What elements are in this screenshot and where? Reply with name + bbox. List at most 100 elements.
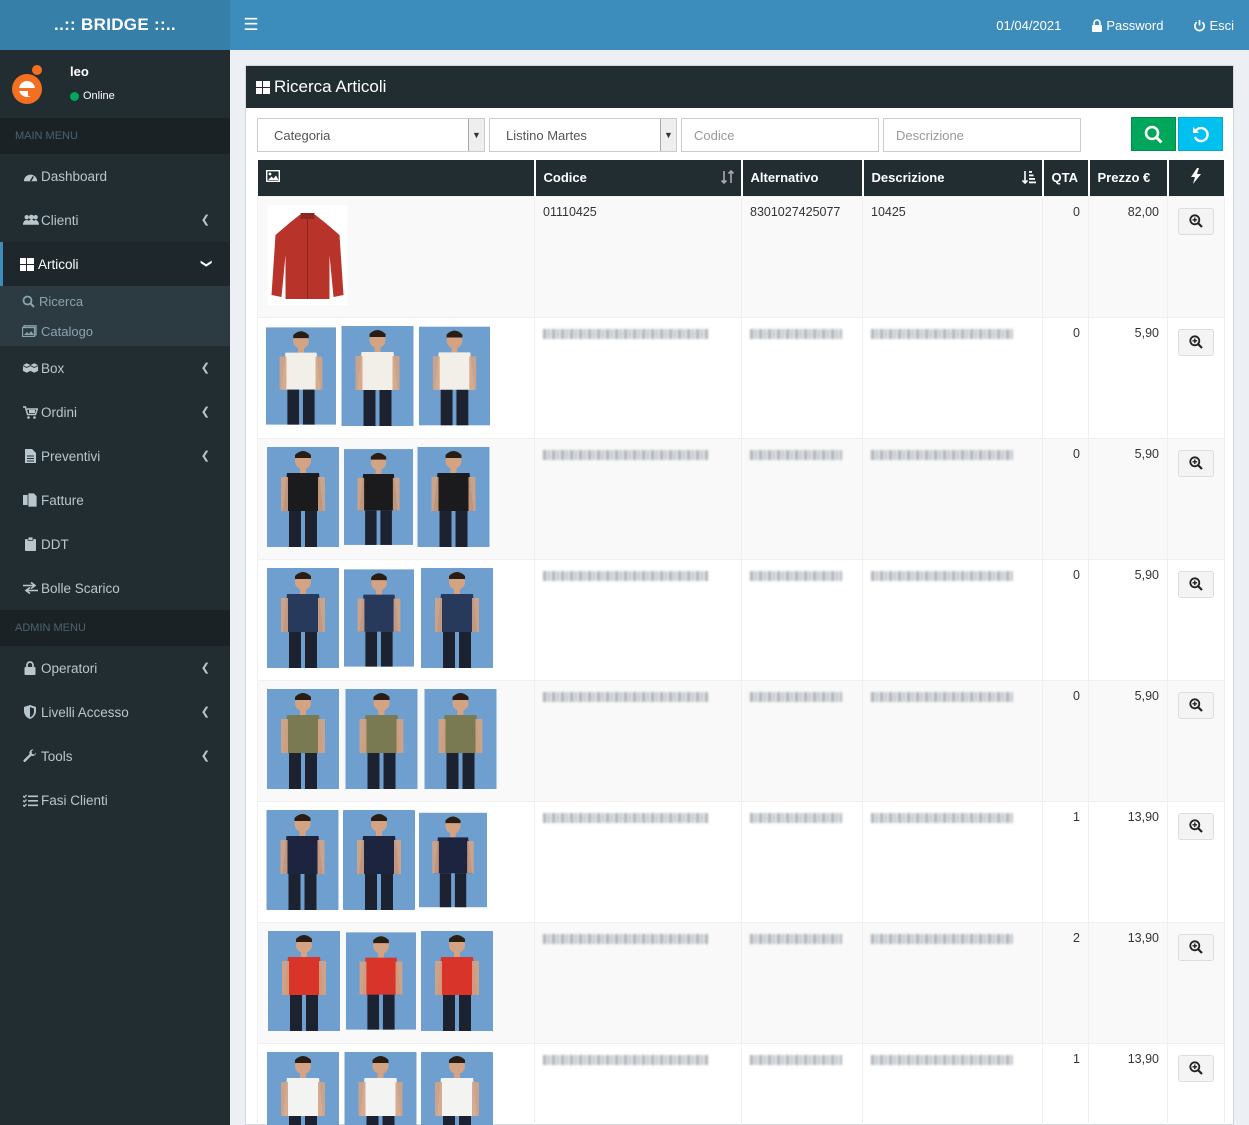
redacted-text [750,449,842,460]
grid-icon [18,257,36,271]
zoom-in-icon [1189,1061,1203,1075]
tasks-icon [21,794,39,807]
filter-bar: Categoria ▼ Listino Martes ▼ [257,117,1224,153]
product-thumbnail[interactable] [266,809,339,910]
file-icon [21,449,39,463]
descrizione-column-header[interactable]: Descrizione [862,160,1044,196]
product-thumbnail[interactable] [266,446,340,547]
actions-cell [1167,558,1225,681]
sidebar-item-fasi-clienti[interactable]: Fasi Clienti [0,778,230,822]
listino-select[interactable]: Listino Martes ▼ [489,118,677,152]
sidebar-item-label: Fasi Clienti [41,792,108,808]
sidebar-item-preventivi[interactable]: Preventivi ❮ [0,434,230,478]
descrizione-input[interactable] [883,118,1081,152]
zoom-button[interactable] [1178,933,1214,961]
sidebar-item-dashboard[interactable]: Dashboard [0,154,230,198]
thumbnails [266,567,526,668]
sidebar-subitem-catalogo[interactable]: Catalogo [0,316,230,346]
chevron-left-icon: ❮ [200,662,210,674]
descrizione-cell [862,679,1043,802]
search-button[interactable] [1131,117,1176,151]
actions-cell [1167,1042,1225,1125]
zoom-button[interactable] [1178,449,1214,477]
product-thumbnail[interactable] [266,326,336,426]
product-thumbnail[interactable] [344,447,413,547]
product-thumbnail[interactable] [419,326,490,426]
column-header-label: QTA [1051,170,1078,186]
sidebar-item-tools[interactable]: Tools ❮ [0,734,230,778]
redacted-text [871,691,1013,702]
product-thumbnail[interactable] [417,446,490,547]
product-thumbnail[interactable] [344,1051,417,1125]
product-thumbnail[interactable] [344,688,419,789]
zoom-button[interactable] [1178,691,1214,719]
sidebar-subitem-ricerca[interactable]: Ricerca [0,286,230,316]
codice-input[interactable] [681,118,879,152]
qta-cell: 0 [1042,558,1089,681]
codice-cell-value: 01110425 [543,204,597,219]
product-thumbnail[interactable] [266,204,349,305]
online-dot-icon [70,91,79,101]
password-link[interactable]: Password [1076,0,1178,50]
product-thumbnail[interactable] [266,567,340,668]
product-thumbnail[interactable] [423,688,498,789]
column-header-label: Prezzo € [1097,170,1151,186]
zoom-button[interactable] [1178,812,1214,840]
codice-cell [534,316,742,439]
product-thumbnail[interactable] [266,930,342,1031]
prezzo-column-header[interactable]: Prezzo € [1088,160,1169,196]
product-thumbnail[interactable] [420,930,494,1031]
product-thumbnail[interactable] [266,1051,340,1125]
zoom-in-icon [1189,819,1203,833]
zoom-button[interactable] [1178,207,1214,235]
sidebar-item-label: Dashboard [41,168,108,184]
reset-button[interactable] [1178,117,1223,151]
product-thumbnail[interactable] [266,688,340,789]
admin-menu-header: ADMIN MENU [0,610,230,646]
zoom-button[interactable] [1178,570,1214,598]
prezzo-cell-value: 5,90 [1134,567,1159,582]
column-header-label: Alternativo [750,170,819,186]
product-thumbnail[interactable] [340,325,415,426]
prezzo-cell: 82,00 [1088,195,1168,318]
app-logo-icon [12,65,42,104]
prezzo-cell-value: 13,90 [1127,1051,1159,1066]
codice-column-header[interactable]: Codice [534,160,743,196]
sidebar-item-ordini[interactable]: Ordini ❮ [0,390,230,434]
product-thumbnail[interactable] [421,1051,493,1125]
logout-link[interactable]: Esci [1178,0,1249,50]
sidebar-item-bolle-scarico[interactable]: Bolle Scarico [0,566,230,610]
sidebar-item-clienti[interactable]: Clienti ❮ [0,198,230,242]
brand-logo-text[interactable]: ..:: BRIDGE ::.. [0,0,230,50]
menu-toggle-icon[interactable]: ☰ [230,15,272,35]
product-thumbnail[interactable] [343,809,415,910]
redacted-text [543,449,708,460]
prezzo-cell-value: 13,90 [1127,930,1159,945]
prezzo-cell-value: 5,90 [1134,446,1159,461]
product-thumbnail[interactable] [419,810,487,910]
sidebar-item-fatture[interactable]: Fatture [0,478,230,522]
categoria-select[interactable]: Categoria ▼ [257,118,485,152]
redacted-text [750,812,842,823]
password-label: Password [1106,17,1164,33]
qta-cell-value: 2 [1073,930,1080,945]
column-header-label: Descrizione [871,170,945,186]
sidebar-item-articoli[interactable]: Articoli ❮ [0,242,230,286]
redacted-text [543,570,708,581]
qta-column-header[interactable]: QTA [1042,160,1090,196]
chevron-down-icon: ▼ [660,119,676,151]
sidebar-item-livelli-accesso[interactable]: Livelli Accesso ❮ [0,690,230,734]
alternativo-column-header[interactable]: Alternativo [741,160,864,196]
product-thumbnail[interactable] [346,931,416,1031]
product-thumbnail[interactable] [344,568,414,668]
image-cell [257,437,535,560]
sidebar-item-ddt[interactable]: DDT [0,522,230,566]
zoom-button[interactable] [1178,1054,1214,1082]
zoom-button[interactable] [1178,328,1214,356]
clipboard-icon [21,537,39,551]
exchange-icon [21,582,39,594]
sidebar-item-operatori[interactable]: Operatori ❮ [0,646,230,690]
sort-amount-icon [1021,170,1036,187]
sidebar-item-box[interactable]: Box ❮ [0,346,230,390]
product-thumbnail[interactable] [418,567,496,668]
